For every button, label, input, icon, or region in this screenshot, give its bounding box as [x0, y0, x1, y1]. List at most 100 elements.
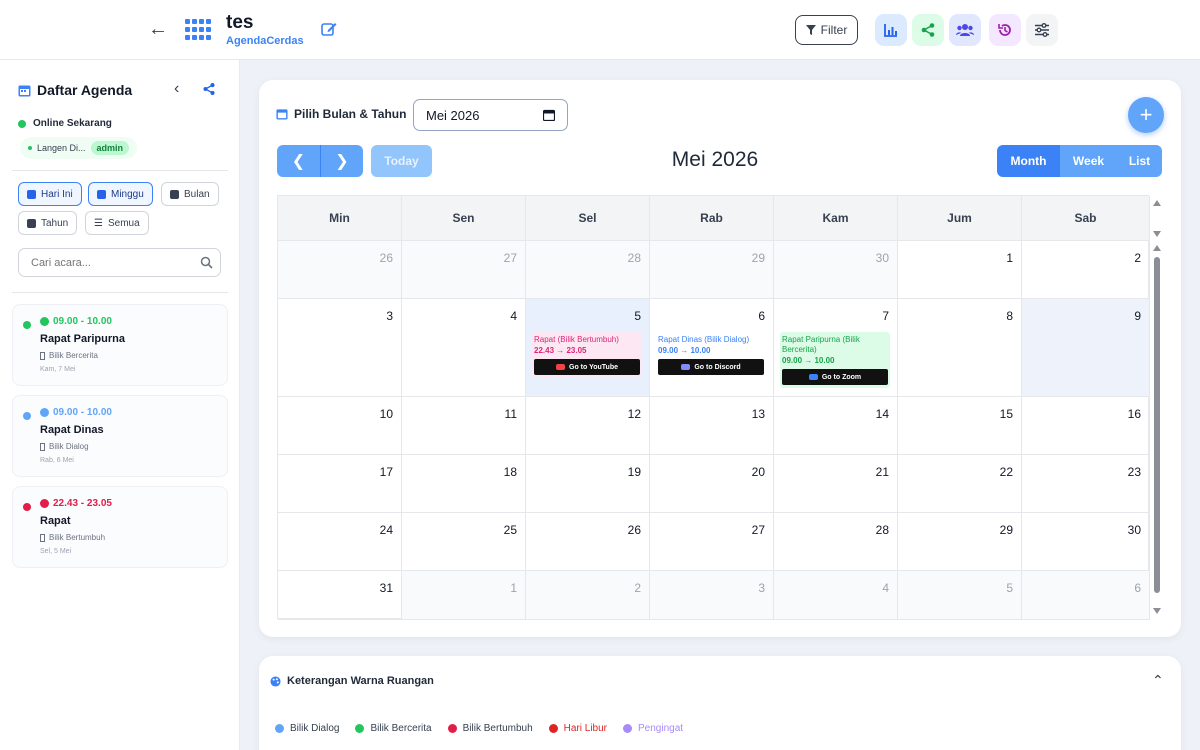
view-month-button[interactable]: Month [997, 145, 1060, 177]
scroll-down-icon[interactable] [1153, 231, 1161, 237]
history-button[interactable] [989, 14, 1021, 46]
search-input[interactable] [18, 248, 221, 277]
calendar-day-cell[interactable]: 15 [898, 397, 1022, 455]
meeting-link-button[interactable]: Go to Discord [658, 359, 764, 375]
calendar-day-cell[interactable]: 26 [526, 513, 650, 571]
scroll-up-icon[interactable] [1153, 245, 1161, 251]
prev-month-button[interactable]: ❮ [277, 145, 320, 177]
calendar-day-cell[interactable]: 13 [650, 397, 774, 455]
chart-button[interactable] [875, 14, 907, 46]
meeting-link-button[interactable]: Go to YouTube [534, 359, 640, 375]
calendar-day-cell[interactable]: 2 [1022, 241, 1150, 299]
calendar-day-cell[interactable]: 16 [1022, 397, 1150, 455]
filter-today-button[interactable]: Hari Ini [18, 182, 82, 206]
meeting-link-button[interactable]: Go to Zoom [782, 369, 888, 385]
day-number: 1 [1006, 251, 1013, 265]
calendar-day-cell[interactable]: 22 [898, 455, 1022, 513]
calendar-event[interactable]: Rapat (Bilik Bertumbuh) 22.43 → 23.05 Go t… [532, 332, 642, 378]
calendar-event[interactable]: Rapat Dinas (Bilik Dialog) 09.00 → 10.00 G… [656, 332, 766, 378]
calendar-day-cell[interactable]: 25 [402, 513, 526, 571]
month-picker-input[interactable]: Mei 2026 [413, 99, 568, 131]
filter-label: Filter [820, 23, 848, 37]
day-number: 29 [999, 523, 1013, 537]
scroll-thumb[interactable] [1154, 257, 1160, 593]
legend-label: Pengingat [638, 723, 684, 734]
calendar-day-cell[interactable]: 27 [402, 241, 526, 299]
day-number: 31 [379, 581, 393, 595]
calendar-day-cell[interactable]: 20 [650, 455, 774, 513]
calendar-event[interactable]: Rapat Paripurna (Bilik Bercerita) 09.00 →… [780, 332, 890, 388]
calendar-day-cell[interactable]: 17 [278, 455, 402, 513]
divider [12, 170, 228, 171]
day-number: 6 [1134, 581, 1141, 595]
calendar-day-cell[interactable]: 30 [1022, 513, 1150, 571]
calendar-day-cell[interactable]: 14 [774, 397, 898, 455]
share-icon[interactable] [202, 82, 216, 96]
calendar-day-cell[interactable]: 5 [898, 571, 1022, 620]
legend-title[interactable]: Keterangan Warna Ruangan [270, 675, 434, 687]
calendar-day-cell[interactable]: 6 [1022, 571, 1150, 620]
agenda-item-time: 09.00 - 10.00 [53, 407, 112, 418]
calendar-day-cell[interactable]: 4 [774, 571, 898, 620]
add-event-button[interactable]: + [1128, 97, 1164, 133]
filter-all-button[interactable]: ☰ Semua [85, 211, 149, 235]
search-icon[interactable] [200, 256, 213, 269]
app-grid-icon[interactable] [185, 19, 213, 41]
calendar-day-cell[interactable]: 8 [898, 299, 1022, 397]
agenda-item[interactable]: 09.00 - 10.00 Rapat Paripurna Bilik Bercer… [12, 304, 228, 386]
calendar-day-cell[interactable]: 23 [1022, 455, 1150, 513]
edit-icon[interactable] [320, 20, 338, 38]
scroll-up-icon[interactable] [1153, 200, 1161, 206]
calendar-day-cell[interactable]: 2 [526, 571, 650, 620]
calendar-day-cell[interactable]: 10 [278, 397, 402, 455]
calendar-day-cell[interactable]: 12 [526, 397, 650, 455]
calendar-day-cell[interactable]: 4 [402, 299, 526, 397]
filter-month-button[interactable]: Bulan [161, 182, 219, 206]
calendar-day-cell[interactable]: 29 [898, 513, 1022, 571]
calendar-day-cell[interactable]: 3 [650, 571, 774, 620]
today-button[interactable]: Today [371, 145, 432, 177]
calendar-day-cell[interactable]: 31 [278, 571, 402, 620]
calendar-day-cell[interactable]: 24 [278, 513, 402, 571]
calendar-day-cell[interactable]: 21 [774, 455, 898, 513]
calendar-day-cell[interactable]: 5 Rapat (Bilik Bertumbuh) 22.43 → 23.05 Go … [526, 299, 650, 397]
filter-button[interactable]: Filter [795, 15, 858, 45]
agenda-item[interactable]: 22.43 - 23.05 Rapat Bilik Bertumbuh Sel, 5 … [12, 486, 228, 568]
calendar-day-cell[interactable]: 9 [1022, 299, 1150, 397]
calendar-day-cell[interactable]: 30 [774, 241, 898, 299]
chevron-up-icon[interactable]: ⌃ [1152, 672, 1164, 689]
calendar-day-cell[interactable]: 28 [774, 513, 898, 571]
chevron-left-icon[interactable]: ‹ [174, 80, 179, 98]
users-button[interactable] [949, 14, 981, 46]
calendar-day-cell[interactable]: 3 [278, 299, 402, 397]
calendar-day-cell[interactable]: 11 [402, 397, 526, 455]
day-number: 2 [634, 581, 641, 595]
calendar-picker-icon[interactable] [543, 109, 555, 121]
calendar-day-cell[interactable]: 26 [278, 241, 402, 299]
calendar-day-cell[interactable]: 29 [650, 241, 774, 299]
calendar-day-cell[interactable]: 1 [402, 571, 526, 620]
view-week-button[interactable]: Week [1060, 145, 1117, 177]
view-list-button[interactable]: List [1117, 145, 1162, 177]
filter-year-button[interactable]: Tahun [18, 211, 78, 235]
agenda-item-date: Rab, 6 Mei [40, 457, 74, 464]
calendar-day-cell[interactable]: 6 Rapat Dinas (Bilik Dialog) 09.00 → 10.00… [650, 299, 774, 397]
share-button[interactable] [912, 14, 944, 46]
weekday-header: Jum [898, 196, 1022, 241]
calendar-day-cell[interactable]: 28 [526, 241, 650, 299]
calendar-day-cell[interactable]: 27 [650, 513, 774, 571]
calendar-day-cell[interactable]: 19 [526, 455, 650, 513]
next-month-button[interactable]: ❯ [320, 145, 363, 177]
settings-button[interactable] [1026, 14, 1058, 46]
weekday-header: Min [278, 196, 402, 241]
scroll-down-icon[interactable] [1153, 608, 1161, 614]
calendar-day-cell[interactable]: 7 Rapat Paripurna (Bilik Bercerita) 09.00 … [774, 299, 898, 397]
calendar-day-cell[interactable]: 1 [898, 241, 1022, 299]
back-arrow-icon[interactable]: ← [148, 18, 168, 41]
share-icon [921, 23, 935, 37]
agenda-item[interactable]: 09.00 - 10.00 Rapat Dinas Bilik Dialog Rab,… [12, 395, 228, 477]
filter-week-button[interactable]: Minggu [88, 182, 153, 206]
calendar-day-cell[interactable]: 18 [402, 455, 526, 513]
calendar-scrollbar[interactable] [1150, 195, 1164, 619]
legend-swatch [275, 724, 284, 733]
